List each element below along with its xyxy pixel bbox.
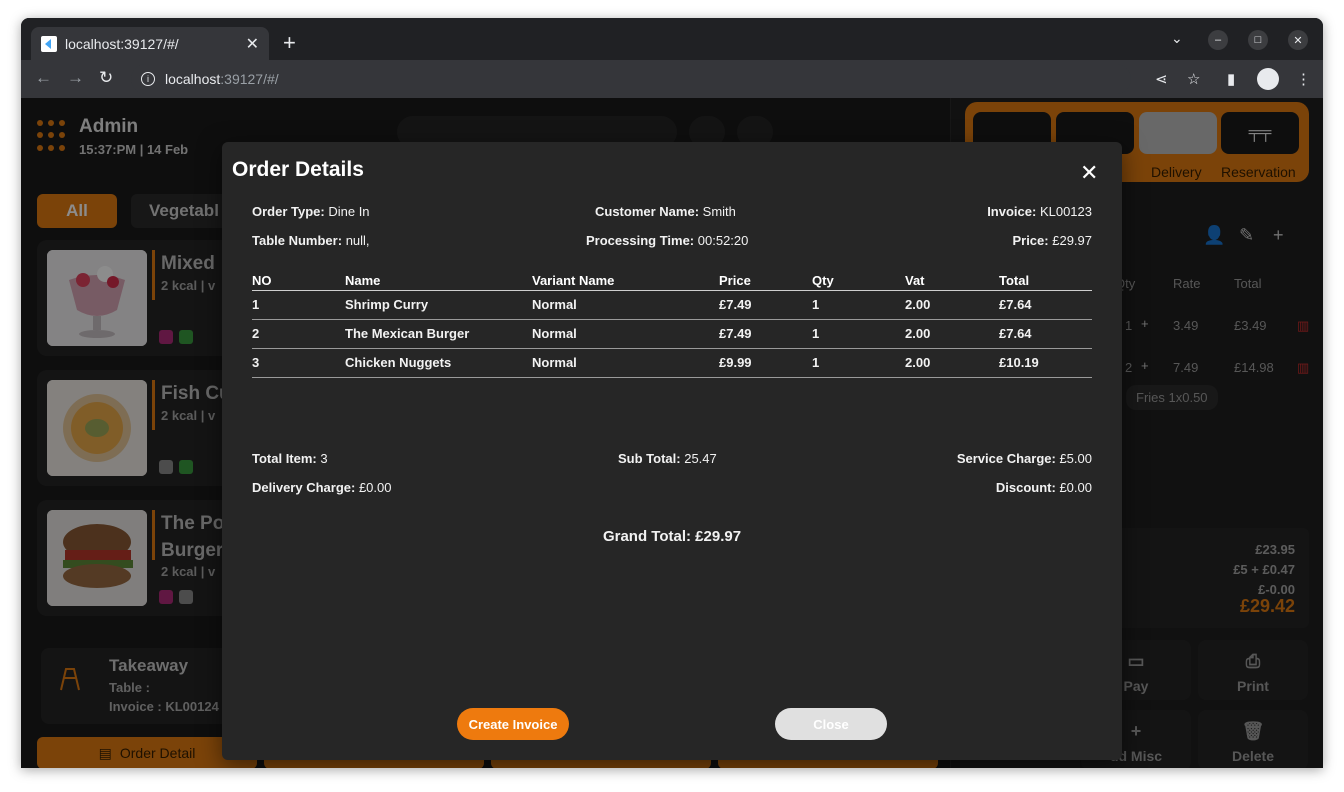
service-charge-field: Service Charge: £5.00 — [957, 451, 1092, 466]
grand-total: Grand Total: £29.97 — [222, 528, 1122, 545]
back-icon[interactable]: ← — [35, 68, 52, 88]
cell-name: Shrimp Curry — [345, 290, 532, 320]
cell-price: £7.49 — [719, 290, 812, 320]
order-type-field: Order Type: Dine In — [252, 204, 370, 219]
cell-total: £7.64 — [999, 290, 1092, 320]
customer-label: Customer Name: — [595, 204, 700, 219]
discount-field: Discount: £0.00 — [996, 480, 1092, 495]
table-number-value: null, — [345, 233, 370, 248]
menu-kebab-icon[interactable]: ⋮ — [1296, 70, 1311, 88]
cell-variant: Normal — [532, 319, 719, 349]
invoice-field: Invoice: KL00123 — [987, 204, 1092, 219]
sub-total-value: 25.47 — [684, 451, 717, 466]
cell-qty: 1 — [812, 319, 905, 349]
table-row: 1 Shrimp Curry Normal £7.49 1 2.00 £7.64 — [252, 290, 1092, 320]
grand-total-value: £29.97 — [695, 528, 742, 545]
col-no: NO — [252, 270, 345, 291]
total-item-field: Total Item: 3 — [252, 451, 328, 466]
flutter-favicon-icon — [41, 35, 57, 52]
order-details-dialog: Order Details ✕ Order Type: Dine In Cust… — [222, 142, 1122, 760]
bookmark-star-icon[interactable]: ☆ — [1187, 70, 1200, 88]
col-name: Name — [345, 270, 532, 291]
profile-avatar-icon[interactable] — [1257, 68, 1279, 90]
cell-name: The Mexican Burger — [345, 319, 532, 349]
close-icon[interactable]: ✕ — [1080, 160, 1098, 186]
service-charge-value: £5.00 — [1059, 451, 1092, 466]
cell-qty: 1 — [812, 348, 905, 378]
table-header-row: NO Name Variant Name Price Qty Vat Total — [252, 270, 1092, 291]
pos-app: Admin 15:37:PM | 14 Feb All Vegetabl Mix… — [21, 98, 1323, 768]
site-info-icon[interactable]: i — [141, 72, 155, 86]
sub-total-field: Sub Total: 25.47 — [618, 451, 717, 466]
window-close-icon[interactable]: ✕ — [1288, 30, 1308, 50]
cell-vat: 2.00 — [905, 290, 999, 320]
invoice-value: KL00123 — [1039, 204, 1092, 219]
url-path: :39127/#/ — [220, 71, 279, 87]
table-row: 3 Chicken Nuggets Normal £9.99 1 2.00 £1… — [252, 348, 1092, 378]
maximize-icon[interactable]: □ — [1248, 30, 1268, 50]
delivery-charge-label: Delivery Charge: — [252, 480, 356, 495]
tab-title: localhost:39127/#/ — [65, 35, 179, 52]
tab-search-chevron-icon[interactable]: ⌄ — [1171, 30, 1183, 47]
price-value: £29.97 — [1052, 233, 1092, 248]
processing-time-value: 00:52:20 — [697, 233, 749, 248]
minimize-icon[interactable]: – — [1208, 30, 1228, 50]
cell-no: 3 — [252, 348, 345, 378]
new-tab-icon[interactable]: + — [283, 30, 296, 56]
url-host: localhost — [165, 71, 221, 87]
order-items-table: NO Name Variant Name Price Qty Vat Total… — [252, 270, 1092, 378]
close-button[interactable]: Close — [775, 708, 887, 740]
discount-label: Discount: — [995, 480, 1056, 495]
cell-variant: Normal — [532, 290, 719, 320]
col-price: Price — [719, 270, 812, 291]
table-number-label: Table Number: — [252, 233, 343, 248]
cell-variant: Normal — [532, 348, 719, 378]
customer-value: Smith — [702, 204, 736, 219]
processing-time-field: Processing Time: 00:52:20 — [586, 233, 748, 248]
col-total: Total — [999, 270, 1092, 291]
total-item-value: 3 — [320, 451, 328, 466]
cell-total: £7.64 — [999, 319, 1092, 349]
col-qty: Qty — [812, 270, 905, 291]
delivery-charge-field: Delivery Charge: £0.00 — [252, 480, 392, 495]
browser-tab[interactable]: localhost:39127/#/ ✕ — [31, 27, 269, 60]
share-icon[interactable]: ⋖ — [1155, 70, 1168, 88]
total-item-label: Total Item: — [252, 451, 317, 466]
tab-strip: localhost:39127/#/ ✕ + ⌄ – □ ✕ — [21, 18, 1323, 60]
reload-icon[interactable]: ↻ — [99, 68, 113, 88]
dialog-title: Order Details — [232, 158, 364, 181]
forward-icon[interactable]: → — [67, 68, 84, 88]
discount-value: £0.00 — [1059, 480, 1092, 495]
browser-toolbar: ← → ↻ i localhost:39127/#/ ⋖ ☆ ▮ ⋮ — [21, 60, 1323, 98]
cell-vat: 2.00 — [905, 348, 999, 378]
invoice-label: Invoice: — [987, 204, 1037, 219]
sub-total-label: Sub Total: — [618, 451, 681, 466]
side-panel-icon[interactable]: ▮ — [1227, 70, 1235, 88]
order-type-value: Dine In — [328, 204, 370, 219]
cell-price: £7.49 — [719, 319, 812, 349]
cell-no: 1 — [252, 290, 345, 320]
grand-total-label: Grand Total: — [602, 528, 691, 545]
create-invoice-button[interactable]: Create Invoice — [457, 708, 569, 740]
price-label: Price: — [1012, 233, 1049, 248]
browser-window: localhost:39127/#/ ✕ + ⌄ – □ ✕ ← → ↻ i l… — [21, 18, 1323, 768]
cell-price: £9.99 — [719, 348, 812, 378]
table-number-field: Table Number: null, — [252, 233, 370, 248]
service-charge-label: Service Charge: — [956, 451, 1056, 466]
processing-time-label: Processing Time: — [586, 233, 695, 248]
delivery-charge-value: £0.00 — [358, 480, 392, 495]
price-field: Price: £29.97 — [1012, 233, 1092, 248]
col-vat: Vat — [905, 270, 999, 291]
customer-field: Customer Name: Smith — [595, 204, 736, 219]
col-variant: Variant Name — [532, 270, 719, 291]
cell-vat: 2.00 — [905, 319, 999, 349]
order-type-label: Order Type: — [252, 204, 325, 219]
cell-total: £10.19 — [999, 348, 1092, 378]
table-row: 2 The Mexican Burger Normal £7.49 1 2.00… — [252, 319, 1092, 349]
cell-qty: 1 — [812, 290, 905, 320]
cell-no: 2 — [252, 319, 345, 349]
tab-close-icon[interactable]: ✕ — [246, 34, 259, 54]
address-bar[interactable]: i localhost:39127/#/ — [131, 64, 1131, 94]
cell-name: Chicken Nuggets — [345, 348, 532, 378]
